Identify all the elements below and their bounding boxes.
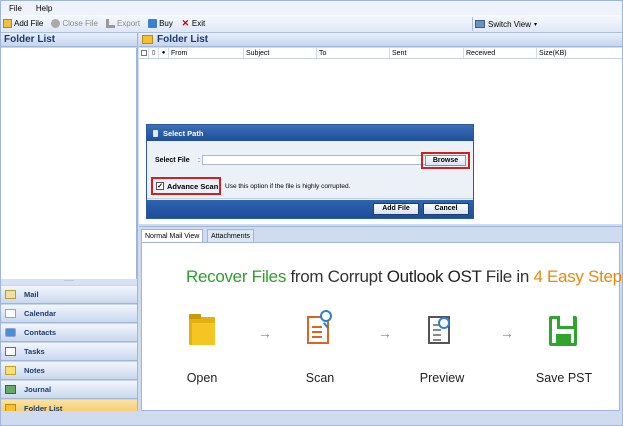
export-label: Export	[116, 19, 141, 28]
select-file-label: Select File	[155, 156, 190, 164]
switch-view-button[interactable]: Switch View ▾	[472, 17, 620, 31]
arrow-icon: →	[258, 325, 272, 341]
advance-scan-highlight: ✓ Advance Scan	[151, 177, 221, 195]
buy-button[interactable]: Buy	[148, 19, 173, 28]
step-save-label: Save PST	[535, 371, 593, 385]
select-all-checkbox[interactable]	[139, 48, 149, 58]
status-bar	[1, 411, 622, 425]
dialog-title: Select Path	[163, 128, 204, 138]
switch-view-icon	[475, 20, 485, 28]
file-path-input[interactable]	[202, 155, 427, 165]
nav-journal-label: Journal	[24, 385, 52, 394]
headline-part-4: File in	[485, 267, 534, 286]
column-size[interactable]: Size(KB)	[537, 48, 622, 58]
browse-button[interactable]: Browse	[425, 155, 466, 166]
buy-label: Buy	[159, 19, 173, 28]
paperclip-icon: ▯	[151, 49, 156, 56]
nav-tasks[interactable]: Tasks	[1, 343, 137, 361]
add-file-dialog-button[interactable]: Add File	[373, 203, 419, 215]
export-icon	[105, 19, 115, 28]
cart-icon	[148, 19, 158, 28]
open-folder-icon	[189, 314, 215, 345]
column-to[interactable]: To	[317, 48, 390, 58]
column-from[interactable]: From	[169, 48, 244, 58]
add-file-icon	[3, 19, 12, 28]
attachment-column[interactable]: ▯	[149, 48, 159, 58]
export-button[interactable]: Export	[105, 19, 141, 28]
menu-help[interactable]: Help	[36, 4, 52, 13]
switch-view-label: Switch View	[488, 19, 531, 29]
advance-scan-label[interactable]: Advance Scan	[167, 182, 218, 191]
preview-pane: Recover Files from Corrupt Outlook OST F…	[141, 242, 623, 411]
nav-contacts-label: Contacts	[24, 328, 57, 337]
advance-scan-hint: Use this option if the file is highly co…	[225, 183, 351, 190]
close-file-button[interactable]: Close File	[51, 19, 98, 28]
select-path-dialog: Select Path Select File : Browse ✓ Advan…	[146, 124, 474, 219]
nav-tasks-label: Tasks	[24, 347, 45, 356]
exit-label: Exit	[191, 19, 206, 28]
arrow-icon: →	[500, 325, 514, 341]
checkbox-icon	[140, 50, 147, 56]
magnifier-icon	[438, 317, 450, 329]
calendar-icon	[5, 309, 16, 318]
browse-highlight: Browse	[421, 152, 470, 169]
save-disk-icon	[549, 316, 577, 346]
right-panel-title: Folder List	[139, 33, 622, 47]
left-panel-title: Folder List	[1, 33, 137, 47]
flag-icon: ●	[161, 49, 166, 56]
step-open-label: Open	[186, 371, 218, 385]
close-file-label: Close File	[62, 19, 98, 28]
grid-header: ▯ ● From Subject To Sent Received Size(K…	[139, 48, 622, 59]
nav-mail-label: Mail	[24, 290, 39, 299]
notes-icon	[5, 366, 16, 375]
column-sent[interactable]: Sent	[390, 48, 464, 58]
arrow-icon: →	[378, 325, 392, 341]
nav-calendar-label: Calendar	[24, 309, 57, 318]
headline-part-2: from Corrupt	[290, 267, 387, 286]
contacts-icon	[5, 328, 16, 337]
tasks-icon	[5, 347, 16, 356]
left-panel: Folder List ····· Mail Calendar Contacts…	[1, 33, 138, 418]
right-panel-title-text: Folder List	[157, 34, 209, 45]
add-file-button[interactable]: Add File	[3, 19, 43, 28]
column-received[interactable]: Received	[464, 48, 537, 58]
dialog-footer: Add File Cancel	[147, 200, 473, 218]
nav-contacts[interactable]: Contacts	[1, 324, 137, 342]
journal-icon	[5, 385, 16, 394]
view-tabs: Normal Mail View Attachments	[139, 226, 622, 244]
select-file-colon: :	[198, 156, 200, 164]
dialog-titlebar: Select Path	[147, 125, 473, 141]
headline-part-3: Outlook OST	[386, 267, 486, 286]
nav-calendar[interactable]: Calendar	[1, 305, 137, 323]
nav-notes-label: Notes	[24, 366, 45, 375]
nav-mail[interactable]: Mail	[1, 286, 137, 304]
step-scan-label: Scan	[305, 371, 335, 385]
column-subject[interactable]: Subject	[244, 48, 317, 58]
chevron-down-icon: ▾	[533, 21, 537, 28]
nav-notes[interactable]: Notes	[1, 362, 137, 380]
dialog-icon	[153, 129, 158, 137]
nav-journal[interactable]: Journal	[1, 381, 137, 399]
dialog-divider	[147, 198, 473, 199]
tab-attachments[interactable]: Attachments	[207, 229, 254, 243]
preview-headline: Recover Files from Corrupt Outlook OST F…	[186, 267, 623, 287]
step-preview-label: Preview	[419, 371, 465, 385]
menu-file[interactable]: File	[9, 4, 22, 13]
mail-icon	[5, 290, 16, 299]
magnifier-icon	[320, 310, 332, 322]
add-file-label: Add File	[14, 19, 44, 28]
headline-part-1: Recover Files	[186, 267, 291, 286]
advance-scan-checkbox[interactable]: ✓	[156, 182, 164, 190]
close-file-icon	[51, 19, 61, 28]
menu-bar: File Help	[1, 1, 622, 15]
app-window: File Help Add File Close File Export Buy…	[0, 0, 623, 426]
panel-splitter[interactable]: ·····	[1, 278, 137, 285]
exit-button[interactable]: ✕ Exit	[181, 18, 206, 29]
exit-icon: ✕	[181, 18, 190, 28]
cancel-button[interactable]: Cancel	[423, 203, 469, 215]
headline-part-5: 4 Easy Steps	[533, 267, 623, 286]
folder-icon	[142, 35, 153, 44]
folder-tree[interactable]	[1, 48, 137, 279]
importance-column[interactable]: ●	[159, 48, 169, 58]
